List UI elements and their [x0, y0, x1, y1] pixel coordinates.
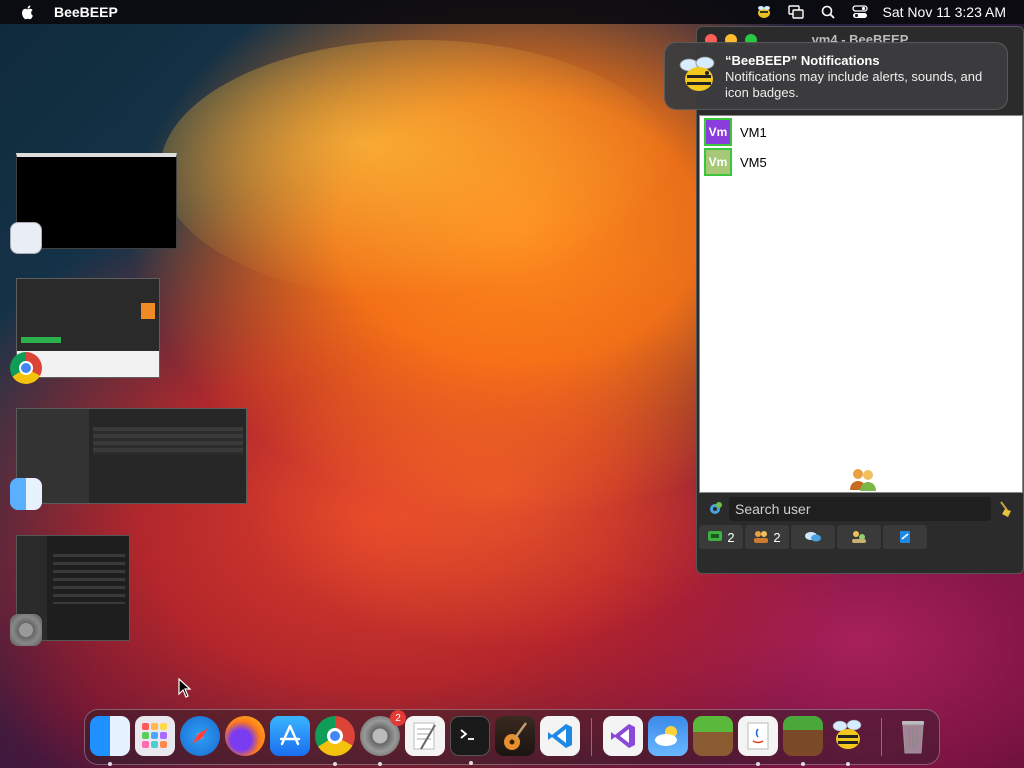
gear-icon[interactable]: [707, 501, 723, 517]
notification-title: “BeeBEEP” Notifications: [725, 53, 880, 68]
tab-chats[interactable]: 2: [699, 525, 743, 549]
weather-icon: [655, 726, 677, 746]
system-settings-icon[interactable]: [10, 614, 42, 646]
tab-count: 2: [773, 529, 781, 545]
bottom-tabs: 2 2: [699, 525, 929, 549]
user-name: VM5: [740, 154, 767, 170]
notification-banner[interactable]: “BeeBEEP” Notifications Notifications ma…: [664, 42, 1008, 110]
dock-garageband[interactable]: [495, 716, 535, 756]
dock-java[interactable]: [738, 716, 778, 766]
dock-firefox[interactable]: [225, 716, 265, 756]
trash-icon: [902, 721, 924, 754]
vscode-icon: [548, 724, 572, 748]
control-center-icon[interactable]: [851, 4, 869, 20]
screen-mirroring-icon[interactable]: [787, 4, 805, 20]
guitar-icon: [504, 722, 527, 750]
java-icon: [747, 722, 769, 750]
dock-safari[interactable]: [180, 716, 220, 756]
groups-icon: [805, 532, 821, 542]
notification-badge: 2: [390, 710, 406, 726]
visual-studio-icon: [611, 724, 635, 748]
tab-file-share[interactable]: [883, 525, 927, 549]
mouse-cursor-icon: [178, 678, 192, 698]
dock-textedit[interactable]: [405, 716, 445, 756]
dock-minecraft[interactable]: [783, 716, 823, 766]
menu-bar: BeeBEEP Sat Nov 11 3:23 AM: [0, 0, 1024, 24]
dock: 2: [84, 709, 940, 766]
chrome-icon: [327, 728, 343, 744]
dock-launchpad[interactable]: [135, 716, 175, 756]
notification-body: Notifications may include alerts, sounds…: [725, 69, 983, 100]
file-share-icon: [900, 531, 910, 543]
user-list[interactable]: Vm VM1 Vm VM5: [699, 115, 1023, 493]
user-row-vm5[interactable]: Vm VM5: [704, 148, 767, 176]
app-store-icon: [279, 724, 301, 746]
search-icon[interactable]: [819, 4, 837, 20]
search-bar: Search user: [699, 495, 1023, 523]
beebeep-bee-icon: [679, 56, 715, 91]
dock-trash[interactable]: [893, 716, 933, 756]
dock-separator: [881, 718, 882, 756]
user-avatar: Vm: [704, 148, 732, 176]
tab-users[interactable]: 2: [745, 525, 789, 549]
dock-terminal[interactable]: [450, 716, 490, 765]
launchpad-icon: [142, 723, 167, 748]
dock-beebeep[interactable]: [828, 716, 868, 766]
beebeep-bee-icon: [832, 719, 862, 749]
window-thumbnail-finder[interactable]: [16, 408, 247, 504]
tab-contacts[interactable]: [837, 525, 881, 549]
wallpaper-highlight: [240, 330, 760, 650]
dock-minecraft-launcher[interactable]: [693, 716, 733, 756]
terminal-icon: [460, 729, 474, 740]
apple-icon[interactable]: [20, 4, 36, 20]
dock-visual-studio[interactable]: [603, 716, 643, 756]
dock-finder[interactable]: [90, 716, 130, 766]
user-row-vm1[interactable]: Vm VM1: [704, 118, 767, 146]
dock-system-settings[interactable]: 2: [360, 710, 406, 766]
dock-weather[interactable]: [648, 716, 688, 756]
tab-count: 2: [727, 529, 735, 545]
finder-icon[interactable]: [10, 478, 42, 510]
user-name: VM1: [740, 124, 767, 140]
dock-app-store[interactable]: [270, 716, 310, 756]
generic-app-icon[interactable]: [10, 222, 42, 254]
search-input[interactable]: Search user: [729, 497, 991, 521]
safari-compass-icon: [192, 728, 208, 744]
dock-separator: [591, 718, 592, 756]
wallpaper-highlight: [160, 40, 680, 300]
beebeep-status-icon[interactable]: [755, 4, 773, 20]
users-icon: [754, 531, 769, 543]
user-avatar: Vm: [704, 118, 732, 146]
dock-vscode[interactable]: [540, 716, 580, 756]
users-watermark-icon: [850, 469, 876, 491]
chat-icon: [708, 531, 723, 541]
app-menu-name[interactable]: BeeBEEP: [54, 4, 118, 20]
textedit-icon: [413, 722, 436, 750]
clear-broom-icon[interactable]: [997, 500, 1015, 518]
chrome-icon[interactable]: [10, 352, 42, 384]
menu-clock[interactable]: Sat Nov 11 3:23 AM: [883, 4, 1006, 20]
tab-groups[interactable]: [791, 525, 835, 549]
contacts-icon: [852, 531, 866, 543]
dock-chrome[interactable]: [315, 716, 355, 766]
